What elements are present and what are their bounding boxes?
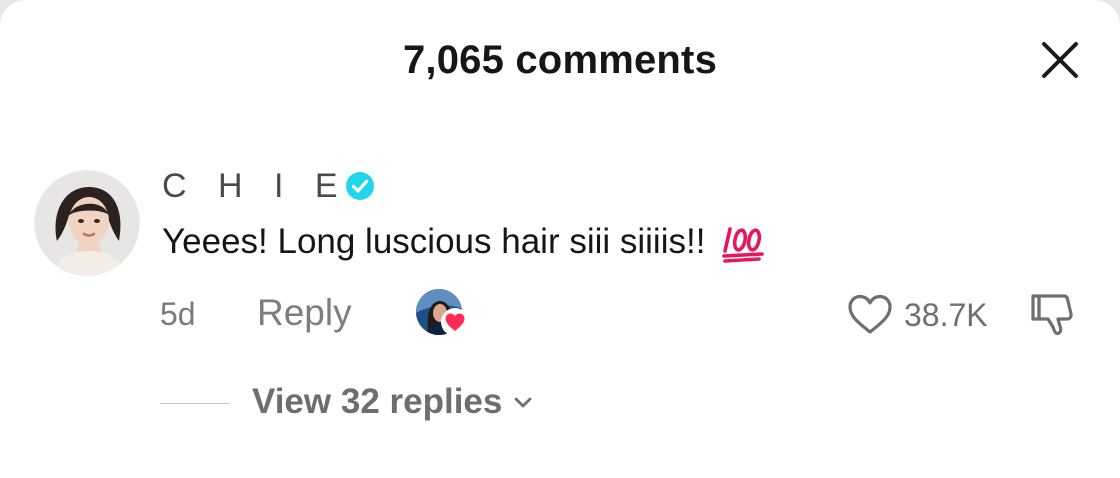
chevron-down-icon [514, 397, 532, 408]
view-replies-button[interactable]: View 32 replies [252, 382, 534, 422]
verified-badge-icon [345, 172, 374, 200]
hundred-points-icon [722, 226, 764, 263]
replies-divider [160, 403, 230, 404]
like-button[interactable] [846, 292, 894, 336]
user-avatar-image [35, 171, 139, 275]
comment-body: Yeees! Long luscious hair siii siiiis!! [162, 222, 765, 263]
comment-text: Yeees! Long luscious hair siii siiiis!! [162, 222, 706, 261]
username-row[interactable]: C H I E [162, 166, 375, 206]
avatar[interactable] [34, 170, 140, 276]
comment-timestamp: 5d [160, 296, 196, 332]
heart-outline-icon [848, 294, 892, 334]
comments-sheet: 7,065 comments C H I E Yeees! Long lusci… [0, 0, 1120, 478]
reply-button[interactable]: Reply [257, 292, 352, 334]
thumbs-down-icon [1031, 294, 1073, 336]
view-replies-label: View 32 replies [252, 382, 503, 421]
username: C H I E [162, 166, 349, 205]
dislike-button[interactable] [1030, 290, 1080, 338]
close-icon [1042, 42, 1078, 78]
liked-by-creator-badge [416, 289, 472, 339]
heart-badge-icon [441, 308, 469, 336]
comments-count-title: 7,065 comments [402, 38, 718, 82]
close-button[interactable] [1038, 38, 1082, 82]
like-count: 38.7K [904, 297, 988, 333]
